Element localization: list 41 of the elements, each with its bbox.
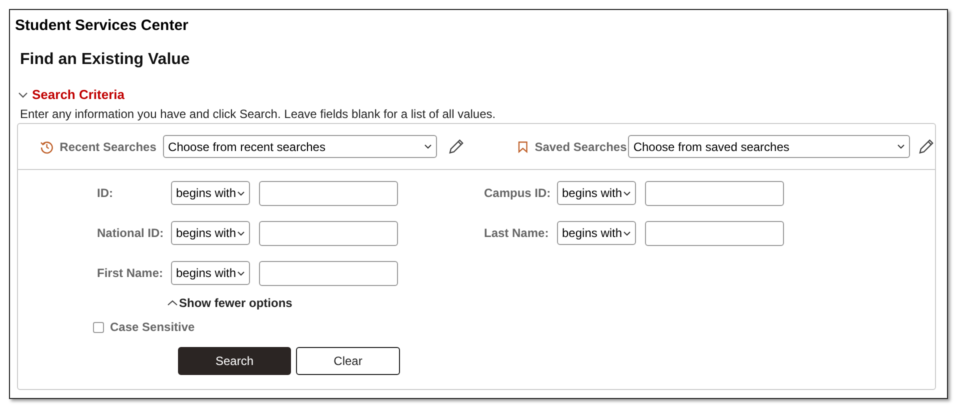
field-label: Last Name: [484, 225, 550, 242]
history-icon [40, 140, 54, 154]
case-sensitive-checkbox[interactable] [93, 322, 104, 332]
field-label: Campus ID: [484, 185, 552, 202]
recent-searches-label: Recent Searches [60, 138, 158, 156]
dropdown-caret-icon [623, 230, 631, 236]
chevron-icon [18, 90, 28, 99]
dropdown-caret-icon [623, 190, 631, 196]
dropdown-caret-icon [424, 144, 432, 149]
instructions-text: Enter any information you have and click Search. Leave fields blank for a list of all values. [20, 106, 496, 123]
input-field[interactable] [259, 260, 398, 286]
field-label: ID: [97, 185, 114, 202]
operator-dropdown[interactable]: begins with [171, 181, 250, 205]
operator-dropdown[interactable]: begins with [171, 261, 250, 285]
chevron-icon [167, 299, 178, 307]
input-field[interactable] [645, 220, 784, 246]
dropdown-caret-icon [237, 230, 245, 236]
dropdown-caret-icon [897, 144, 906, 149]
field-label: National ID: [97, 225, 165, 242]
dropdown-caret-icon [237, 270, 245, 276]
edit-icon[interactable] [447, 138, 465, 156]
operator-dropdown[interactable]: begins with [557, 221, 636, 245]
input-field[interactable] [645, 180, 784, 206]
search-button[interactable]: Search [178, 347, 291, 375]
bookmark-icon [518, 140, 528, 152]
section-toggle[interactable]: Search Criteria [18, 85, 124, 104]
clear-button[interactable]: Clear [296, 347, 400, 375]
case-sensitive-label: Case Sensitive [110, 319, 195, 336]
field-label: First Name: [97, 265, 164, 282]
operator-dropdown[interactable]: begins with [557, 181, 636, 205]
input-field[interactable] [259, 180, 398, 206]
page-heading: Find an Existing Value [20, 50, 190, 70]
saved-searches-dropdown[interactable]: Choose from saved searches [628, 135, 910, 158]
operator-dropdown[interactable]: begins with [171, 221, 250, 245]
dropdown-caret-icon [237, 190, 245, 196]
input-field[interactable] [259, 220, 398, 246]
app-title: Student Services Center [15, 16, 188, 36]
recent-searches-dropdown[interactable]: Choose from recent searches [163, 135, 438, 158]
edit-icon[interactable] [917, 138, 936, 156]
show-fewer-options-link[interactable]: Show fewer options [167, 294, 292, 312]
saved-searches-label: Saved Searches [534, 138, 628, 156]
